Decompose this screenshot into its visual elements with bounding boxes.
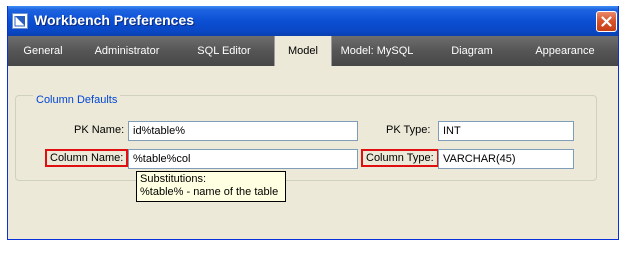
tab-diagram[interactable]: Diagram	[432, 36, 512, 66]
tab-sql-editor[interactable]: SQL Editor	[178, 36, 270, 66]
tab-administrator[interactable]: Administrator	[78, 36, 176, 66]
substitutions-tooltip: Substitutions: %table% - name of the tab…	[136, 171, 286, 202]
pk-name-field[interactable]	[128, 121, 358, 141]
window-title: Workbench Preferences	[34, 12, 195, 28]
column-type-field[interactable]	[438, 149, 574, 169]
tab-general[interactable]: General	[8, 36, 78, 66]
column-name-label: Column Name:	[45, 149, 129, 167]
pk-type-field[interactable]	[438, 121, 574, 141]
close-icon	[601, 16, 612, 27]
title-bar[interactable]: Workbench Preferences	[8, 6, 618, 36]
tab-appearance[interactable]: Appearance	[522, 36, 608, 66]
close-button[interactable]	[596, 11, 617, 32]
preferences-tab-bar: General Administrator SQL Editor Model M…	[8, 36, 618, 66]
tooltip-table-substitution: %table% - name of the table	[140, 186, 279, 198]
column-defaults-title: Column Defaults	[33, 94, 121, 106]
tab-model[interactable]: Model	[274, 36, 332, 66]
column-type-label: Column Type:	[361, 149, 439, 167]
pk-name-label: PK Name:	[74, 124, 125, 136]
column-name-field[interactable]	[128, 149, 358, 169]
tooltip-heading: Substitutions:	[140, 173, 207, 185]
workbench-app-icon	[12, 13, 28, 29]
tab-model-mysql[interactable]: Model: MySQL	[332, 36, 422, 66]
pk-type-label: PK Type:	[386, 124, 431, 136]
